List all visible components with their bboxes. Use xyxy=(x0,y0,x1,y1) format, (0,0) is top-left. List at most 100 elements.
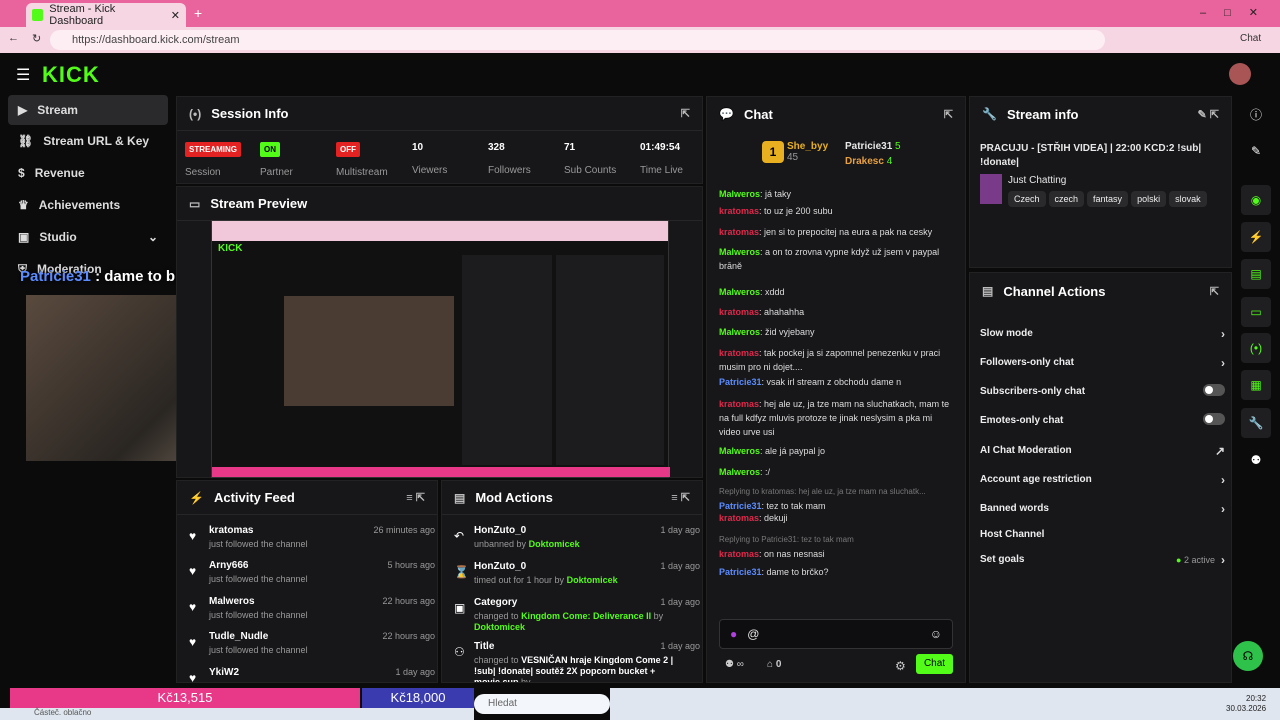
top-gifter-name[interactable]: She_byy xyxy=(787,141,828,152)
emotes-only-toggle[interactable] xyxy=(1203,413,1225,425)
chat-username[interactable]: Patricie31 xyxy=(719,567,762,577)
category-name[interactable]: Just Chatting xyxy=(1008,175,1066,186)
chat-message: kratomas: to uz je 200 subu xyxy=(719,204,951,218)
action-banned-words[interactable]: Banned words › xyxy=(980,494,1225,523)
sidebar-item-achievements[interactable]: ♛ Achievements xyxy=(8,190,168,220)
sidebar-item-stream[interactable]: ▶ Stream xyxy=(8,95,168,125)
chat-username[interactable]: kratomas xyxy=(719,348,759,358)
chat-username[interactable]: kratomas xyxy=(719,206,759,216)
stream-preview-video[interactable]: KICK xyxy=(211,220,670,478)
action-account-age[interactable]: Account age restriction › xyxy=(980,465,1225,494)
chat-tools[interactable]: ⚉ ∞ xyxy=(725,659,744,670)
broadcast-icon[interactable]: (•) xyxy=(1241,333,1271,363)
browser-tab[interactable]: Stream - Kick Dashboard ✕ xyxy=(26,3,186,27)
popout-icon[interactable]: ⇱ xyxy=(1210,285,1219,298)
taskbar-search-text: Hledat xyxy=(488,698,517,709)
window-controls[interactable]: –□✕ xyxy=(1200,6,1276,19)
mod-category[interactable]: Kingdom Come: Deliverance II xyxy=(521,611,651,621)
kick-logo[interactable]: KICK xyxy=(42,62,100,88)
camera-icon[interactable]: ◉ xyxy=(1241,185,1271,215)
action-label: AI Chat Moderation xyxy=(980,445,1072,456)
wrench-icon: 🔧 xyxy=(982,107,997,121)
sidebar-item-revenue[interactable]: $ Revenue xyxy=(8,158,168,188)
panel-title: Activity Feed xyxy=(213,490,295,505)
filter-icon[interactable]: ≡ ⇱ xyxy=(406,491,425,504)
stat-value: 10 xyxy=(412,142,424,153)
chat-username[interactable]: kratomas xyxy=(719,399,759,409)
chat-username[interactable]: kratomas xyxy=(719,549,759,559)
weather-widget[interactable]: Částeč. oblačno xyxy=(0,708,474,720)
feed-name: kratomas xyxy=(209,525,254,536)
action-emotes-only[interactable]: Emotes-only chat xyxy=(980,406,1225,435)
tag[interactable]: fantasy xyxy=(1087,191,1129,207)
wrench-icon[interactable]: 🔧 xyxy=(1241,408,1271,438)
users-icon[interactable]: ⚉ xyxy=(1241,445,1271,475)
server-icon[interactable]: ▦ xyxy=(1241,370,1271,400)
chat-username[interactable]: kratomas xyxy=(719,227,759,237)
undo-icon: ↶ xyxy=(454,529,465,543)
tag[interactable]: Czech xyxy=(1008,191,1046,207)
chat-input[interactable]: ● @ ☺ xyxy=(719,619,953,649)
taskbar-search[interactable]: Hledat xyxy=(474,694,610,714)
tag[interactable]: polski xyxy=(1131,191,1167,207)
system-clock[interactable]: 20:32 30.03.2026 xyxy=(1226,694,1266,714)
action-set-goals[interactable]: Set goals ● 2 active › xyxy=(980,545,1225,574)
top-gifter-name[interactable]: Drakesc xyxy=(845,156,884,167)
chat-username[interactable]: Patricie31 xyxy=(719,377,762,387)
back-icon[interactable]: ← xyxy=(8,32,19,44)
new-tab-icon[interactable]: + xyxy=(194,5,202,21)
chat-icon[interactable]: ▭ xyxy=(1241,297,1271,327)
reload-icon[interactable]: ↻ xyxy=(32,32,41,45)
chat-username[interactable]: Malweros xyxy=(719,189,760,199)
subscribers-only-toggle[interactable] xyxy=(1203,384,1225,396)
send-chat-button[interactable]: Chat xyxy=(916,654,953,674)
document-icon[interactable]: ▤ xyxy=(1241,259,1271,289)
mic-icon[interactable]: ● xyxy=(730,627,737,641)
gear-icon[interactable]: ⚙ xyxy=(895,659,906,673)
pencil-icon[interactable]: ✎ xyxy=(1241,136,1271,166)
filter-icon[interactable]: ≡ ⇱ xyxy=(671,491,690,504)
action-followers-only[interactable]: Followers-only chat › xyxy=(980,348,1225,377)
chat-username[interactable]: Malweros xyxy=(719,446,760,456)
chat-text: : jen si to prepocitej na eura a pak na … xyxy=(759,227,933,237)
chat-message: kratomas: dekuji xyxy=(719,511,951,525)
chat-username[interactable]: Malweros xyxy=(719,327,760,337)
sidebar-item-studio[interactable]: ▣ Studio ⌄ xyxy=(8,222,168,252)
info-icon[interactable]: ⓘ xyxy=(1241,99,1271,129)
popout-icon[interactable]: ⇱ xyxy=(944,108,953,121)
emoji-icon[interactable]: ☺ xyxy=(930,627,942,641)
chat-username[interactable]: Malweros xyxy=(719,287,760,297)
action-subscribers-only[interactable]: Subscribers-only chat xyxy=(980,377,1225,406)
mod-by[interactable]: Doktomicek xyxy=(474,622,525,632)
top-gifter-name[interactable]: Patricie31 xyxy=(845,141,892,152)
chat-message: Replying to kratomas: hej ale uz, ja tze… xyxy=(719,485,951,513)
menu-icon[interactable]: ☰ xyxy=(16,65,30,85)
chat-username[interactable]: Malweros xyxy=(719,247,760,257)
chat-username[interactable]: kratomas xyxy=(719,307,759,317)
mod-by[interactable]: Doktomicek xyxy=(529,539,580,549)
lightning-icon[interactable]: ⚡ xyxy=(1241,222,1271,252)
stat-value: 71 xyxy=(564,142,576,153)
top-gifter-icon: 1 xyxy=(762,141,784,163)
panel-title: Chat xyxy=(743,106,773,122)
chat-text: : dame to brčko? xyxy=(761,567,829,577)
tag[interactable]: czech xyxy=(1048,191,1085,207)
close-tab-icon[interactable]: ✕ xyxy=(171,9,180,22)
tag[interactable]: slovak xyxy=(1169,191,1207,207)
popout-icon[interactable]: ⇱ xyxy=(681,107,690,120)
chat-username[interactable]: Patricie31 xyxy=(719,501,762,511)
edit-icon[interactable]: ✎ ⇱ xyxy=(1198,108,1220,121)
url-field[interactable]: https://dashboard.kick.com/stream xyxy=(50,30,1105,50)
chat-username[interactable]: Malweros xyxy=(719,467,760,477)
copilot-chat-button[interactable]: Chat xyxy=(1240,33,1261,44)
action-ai-moderation[interactable]: AI Chat Moderation ↗ xyxy=(980,436,1225,465)
sidebar-item-stream-url-key[interactable]: ⛓ Stream URL & Key xyxy=(8,126,168,156)
chat-message: kratomas: ahahahha xyxy=(719,305,951,319)
action-slow-mode[interactable]: Slow mode › xyxy=(980,319,1225,348)
chevron-right-icon: › xyxy=(1221,326,1225,341)
chat-username[interactable]: kratomas xyxy=(719,513,759,523)
avatar[interactable] xyxy=(1229,63,1251,85)
goal-bar-right: Kč18,000 xyxy=(362,688,474,708)
mod-by[interactable]: Doktomicek xyxy=(567,575,618,585)
support-icon[interactable]: ☊ xyxy=(1233,641,1263,671)
